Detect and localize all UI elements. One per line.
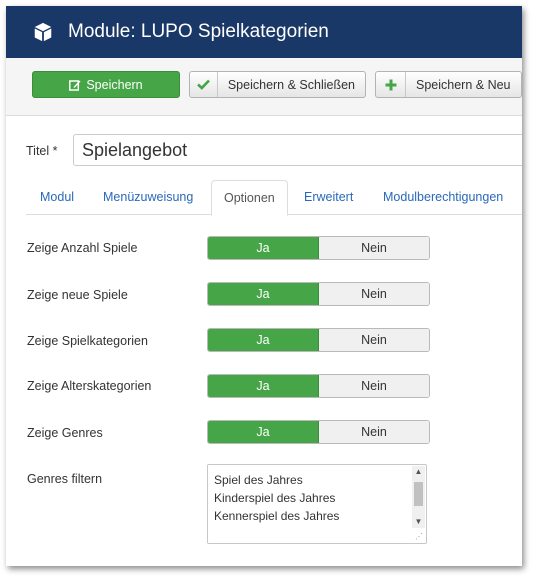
genres-filter-options: Spiel des Jahres Kinderspiel des Jahres … [214,471,339,525]
toggle-no[interactable]: Nein [319,375,429,397]
tab-modulberechtigungen[interactable]: Modulberechtigungen [371,180,515,215]
page-title: Module: LUPO Spielkategorien [68,21,329,42]
edit-icon [69,79,81,91]
tab-modul[interactable]: Modul [28,180,86,215]
resize-grip-icon[interactable]: ⋰ [415,532,424,541]
toggle-alterskategorien: Ja Nein [207,374,430,398]
toggle-no[interactable]: Nein [319,329,429,351]
scroll-up-icon[interactable]: ▲ [412,466,425,478]
save-new-button[interactable]: Speichern & Neu [375,71,522,98]
title-label: Titel * [26,144,58,158]
toggle-spielkategorien: Ja Nein [207,328,430,352]
tab-menuzuweisung[interactable]: Menüzuweisung [91,180,205,215]
toggle-no[interactable]: Nein [319,421,429,443]
save-button[interactable]: Speichern [32,71,180,98]
save-close-button[interactable]: Speichern & Schließen [189,71,366,98]
option-label-genres: Zeige Genres [27,426,103,440]
toggle-anzahl-spiele: Ja Nein [207,236,430,260]
toggle-no[interactable]: Nein [319,237,429,259]
toggle-yes[interactable]: Ja [208,375,319,397]
toggle-no[interactable]: Nein [319,283,429,305]
genres-option[interactable]: Kennerspiel des Jahres [214,507,339,525]
genres-option[interactable]: Kinderspiel des Jahres [214,489,339,507]
toggle-neue-spiele: Ja Nein [207,282,430,306]
scroll-down-icon[interactable]: ▼ [412,516,425,528]
save-close-button-label: Speichern & Schließen [227,77,355,92]
toggle-yes[interactable]: Ja [208,283,319,305]
listbox-scrollbar[interactable]: ▲ ▼ [412,466,425,528]
cube-icon [34,22,52,42]
title-input[interactable]: Spielangebot [73,134,522,166]
header-bar: Module: LUPO Spielkategorien [6,6,522,58]
scrollbar-thumb[interactable] [414,482,423,506]
toggle-yes[interactable]: Ja [208,237,319,259]
genres-filter-select[interactable]: Spiel des Jahres Kinderspiel des Jahres … [207,464,427,544]
genres-filter-label: Genres filtern [27,472,103,486]
toggle-yes[interactable]: Ja [208,421,319,443]
tab-optionen[interactable]: Optionen [211,180,288,216]
tab-bar: Modul Menüzuweisung Optionen Erweitert M… [26,180,522,216]
option-label-spielkategorien: Zeige Spielkategorien [27,334,148,348]
option-label-neue-spiele: Zeige neue Spiele [27,288,128,302]
toggle-genres: Ja Nein [207,420,430,444]
check-icon [190,72,218,97]
option-label-anzahl-spiele: Zeige Anzahl Spiele [27,241,138,255]
genres-option[interactable]: Spiel des Jahres [214,471,339,489]
toggle-yes[interactable]: Ja [208,329,319,351]
option-label-alterskategorien: Zeige Alterskategorien [27,379,152,393]
module-editor-window: Module: LUPO Spielkategorien Speichern S… [6,6,522,566]
toolbar: Speichern Speichern & Schließen Speicher… [6,58,522,116]
plus-icon [376,72,406,97]
save-button-label: Speichern [86,77,143,92]
tab-erweitert[interactable]: Erweitert [292,180,365,215]
save-new-button-label: Speichern & Neu [416,77,511,92]
